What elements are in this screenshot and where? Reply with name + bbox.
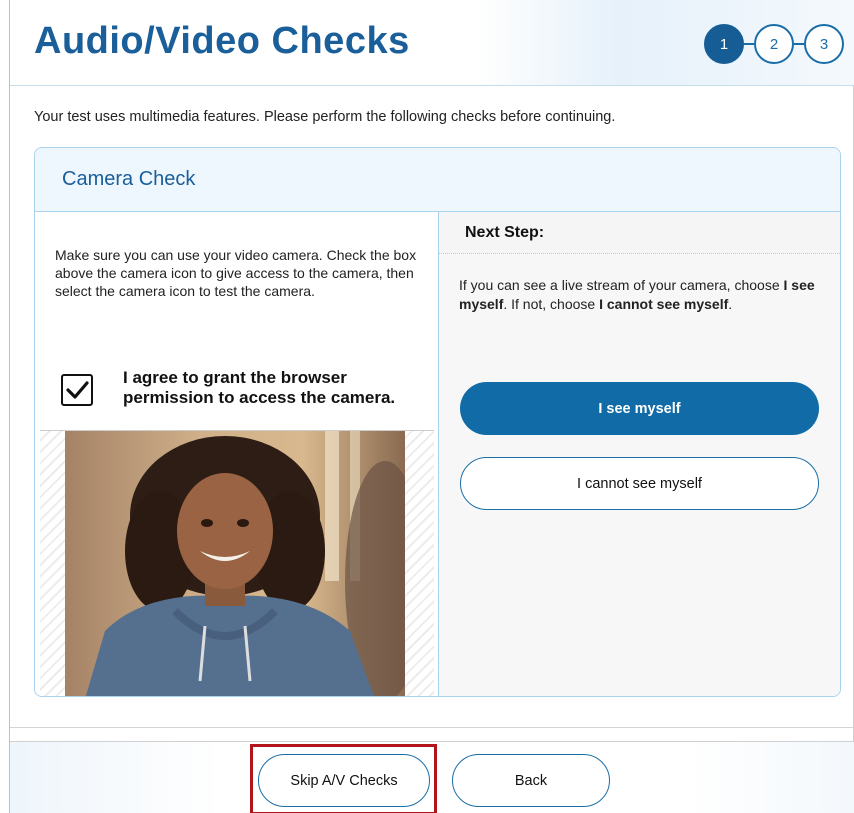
next-step-instructions: If you can see a live stream of your cam… <box>459 276 819 314</box>
camera-instructions: Make sure you can use your video camera.… <box>55 247 417 299</box>
camera-test-panel: Make sure you can use your video camera.… <box>35 212 439 696</box>
next-step-panel: Next Step: If you can see a live stream … <box>439 212 840 696</box>
step-1: 1 <box>704 24 744 64</box>
camera-check-body: Make sure you can use your video camera.… <box>35 212 840 696</box>
intro-text: Your test uses multimedia features. Plea… <box>34 109 616 125</box>
step-indicator: 1 2 3 <box>704 24 844 64</box>
see-myself-button[interactable]: I see myself <box>460 382 819 435</box>
camera-check-card: Camera Check Make sure you can use your … <box>34 147 841 697</box>
step-3: 3 <box>804 24 844 64</box>
camera-check-title: Camera Check <box>35 148 840 212</box>
next-step-heading: Next Step: <box>439 212 840 254</box>
camera-preview-area <box>40 430 434 696</box>
next-step-text: If you can see a live stream of your cam… <box>459 277 784 293</box>
page-title: Audio/Video Checks <box>34 20 410 62</box>
next-step-bold: I cannot see myself <box>599 296 729 312</box>
skip-av-checks-button[interactable]: Skip A/V Checks <box>258 754 430 807</box>
permission-row: I agree to grant the browser permission … <box>61 368 423 408</box>
footer-bar: Skip A/V Checks Back <box>10 741 854 813</box>
step-2: 2 <box>754 24 794 64</box>
permission-label[interactable]: I agree to grant the browser permission … <box>123 368 423 408</box>
window-left-edge <box>9 0 10 813</box>
next-step-text: . If not, choose <box>503 296 600 312</box>
camera-video-feed[interactable] <box>65 431 405 696</box>
cannot-see-myself-button[interactable]: I cannot see myself <box>460 457 819 510</box>
back-button[interactable]: Back <box>452 754 610 807</box>
camera-video-image <box>65 431 405 696</box>
next-step-text: . <box>728 296 733 312</box>
checkmark-icon <box>66 381 89 399</box>
step-connector <box>744 43 754 45</box>
permission-checkbox[interactable] <box>61 374 93 406</box>
step-connector <box>794 43 804 45</box>
content-divider <box>10 727 854 728</box>
page-header: Audio/Video Checks 1 2 3 <box>10 0 854 86</box>
